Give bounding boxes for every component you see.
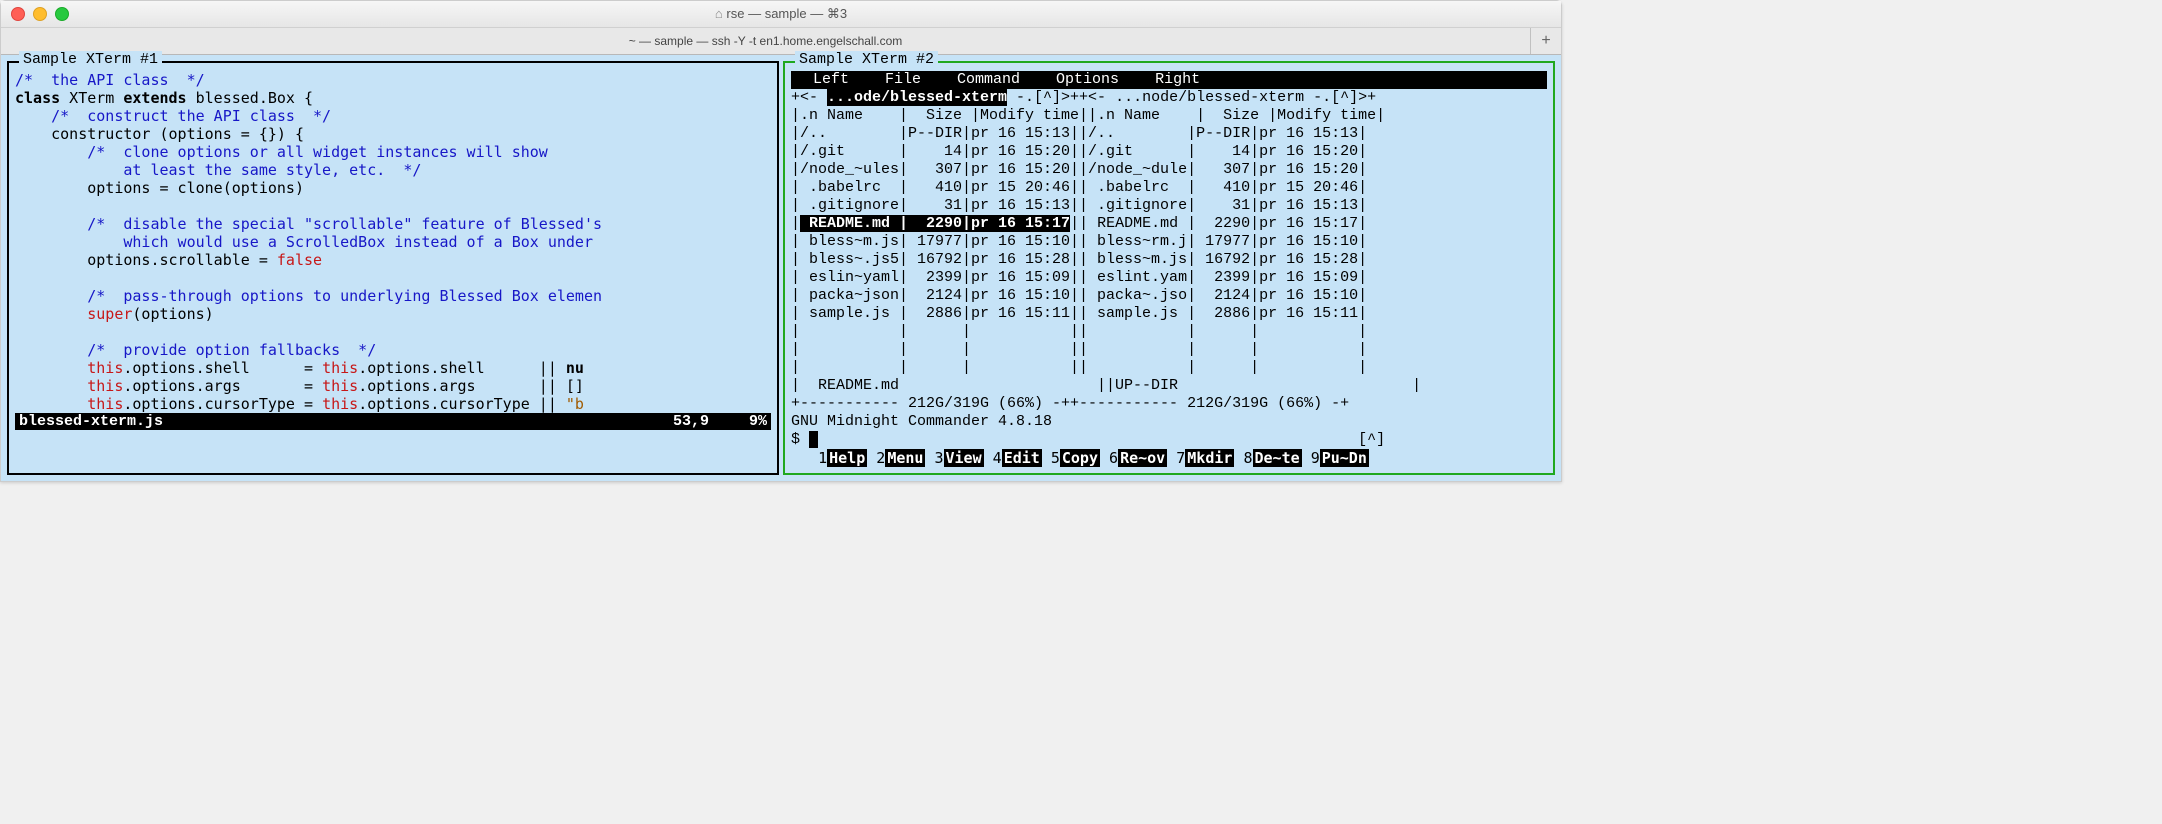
- fkey-num: 3: [934, 449, 943, 467]
- mc-prompt[interactable]: $ [^]: [791, 431, 1547, 449]
- code-editor[interactable]: /* the API class */ class XTerm extends …: [15, 71, 771, 413]
- mc-row[interactable]: | bless~m.js| 17977|pr 16 15:10|| bless~…: [791, 233, 1547, 251]
- mc-fkeys: 1Help 2Menu 3View 4Edit 5Copy 6Re~ov 7Mk…: [791, 449, 1547, 467]
- mc-row[interactable]: | .babelrc | 410|pr 15 20:46|| .babelrc …: [791, 179, 1547, 197]
- fkey-menu[interactable]: Menu: [885, 449, 925, 467]
- fkey-num: 5: [1051, 449, 1060, 467]
- tab-label[interactable]: ~ — sample — ssh -Y -t en1.home.engelsch…: [1, 34, 1530, 48]
- vim-cursor-pos: 53,9: [673, 413, 709, 430]
- mc-menu-item[interactable]: Right: [1137, 71, 1218, 89]
- fkey-num: 6: [1109, 449, 1118, 467]
- mc-row[interactable]: |/.. |P--DIR|pr 16 15:13||/.. |P--DIR|pr…: [791, 125, 1547, 143]
- fkey-num: 8: [1243, 449, 1252, 467]
- fkey-num: 1: [818, 449, 827, 467]
- mc-menu-item[interactable]: Command: [939, 71, 1038, 89]
- vim-scroll-pct: 9%: [749, 413, 767, 430]
- home-icon: ⌂: [715, 6, 723, 21]
- mc-row[interactable]: | packa~json| 2124|pr 16 15:10|| packa~.…: [791, 287, 1547, 305]
- mc-version: GNU Midnight Commander 4.8.18: [791, 413, 1547, 431]
- fkey-num: 4: [993, 449, 1002, 467]
- xterm-pane-2[interactable]: Sample XTerm #2 LeftFileCommandOptionsRi…: [783, 61, 1555, 475]
- mc-row[interactable]: | README.md | 2290|pr 16 15:17|| README.…: [791, 215, 1547, 233]
- fkey-num: 9: [1311, 449, 1320, 467]
- fkey-num: 2: [876, 449, 885, 467]
- fkey-edit[interactable]: Edit: [1002, 449, 1042, 467]
- pane-title-1: Sample XTerm #1: [19, 51, 162, 68]
- window-title: ⌂ rse — sample — ⌘3: [1, 6, 1561, 22]
- fkey-mkdir[interactable]: Mkdir: [1185, 449, 1234, 467]
- fkey-help[interactable]: Help: [827, 449, 867, 467]
- fkey-num: 7: [1176, 449, 1185, 467]
- terminal-area: Sample XTerm #1 /* the API class */ clas…: [1, 55, 1561, 481]
- mc-row[interactable]: | | | || | | |: [791, 359, 1547, 377]
- fkey-pu~dn[interactable]: Pu~Dn: [1320, 449, 1369, 467]
- mc-row[interactable]: | | | || | | |: [791, 323, 1547, 341]
- mc-row[interactable]: | .gitignore| 31|pr 16 15:13|| .gitignor…: [791, 197, 1547, 215]
- mc-row[interactable]: |/node_~ules| 307|pr 16 15:20||/node_~du…: [791, 161, 1547, 179]
- new-tab-button[interactable]: +: [1530, 28, 1561, 54]
- mc-row[interactable]: | | | || | | |: [791, 341, 1547, 359]
- fkey-view[interactable]: View: [944, 449, 984, 467]
- mc-row[interactable]: | bless~.js5| 16792|pr 16 15:28|| bless~…: [791, 251, 1547, 269]
- tab-bar: ~ — sample — ssh -Y -t en1.home.engelsch…: [1, 28, 1561, 55]
- mc-menu-item[interactable]: File: [867, 71, 939, 89]
- mc-row[interactable]: | eslin~yaml| 2399|pr 16 15:09|| eslint.…: [791, 269, 1547, 287]
- mc-menu-item[interactable]: Options: [1038, 71, 1137, 89]
- pane-title-2: Sample XTerm #2: [795, 51, 938, 68]
- mc-menu-bar[interactable]: LeftFileCommandOptionsRight: [791, 71, 1547, 89]
- fkey-copy[interactable]: Copy: [1060, 449, 1100, 467]
- vim-status-bar: blessed-xterm.js 53,9 9%: [15, 413, 771, 430]
- fkey-de~te[interactable]: De~te: [1253, 449, 1302, 467]
- terminal-window: ⌂ rse — sample — ⌘3 ~ — sample — ssh -Y …: [0, 0, 1562, 482]
- window-titlebar[interactable]: ⌂ rse — sample — ⌘3: [1, 1, 1561, 28]
- fkey-re~ov[interactable]: Re~ov: [1118, 449, 1167, 467]
- mc-menu-item[interactable]: Left: [795, 71, 867, 89]
- xterm-pane-1[interactable]: Sample XTerm #1 /* the API class */ clas…: [7, 61, 779, 475]
- mc-row[interactable]: |/.git | 14|pr 16 15:20||/.git | 14|pr 1…: [791, 143, 1547, 161]
- mc-row[interactable]: | sample.js | 2886|pr 16 15:11|| sample.…: [791, 305, 1547, 323]
- vim-file: blessed-xterm.js: [19, 413, 163, 430]
